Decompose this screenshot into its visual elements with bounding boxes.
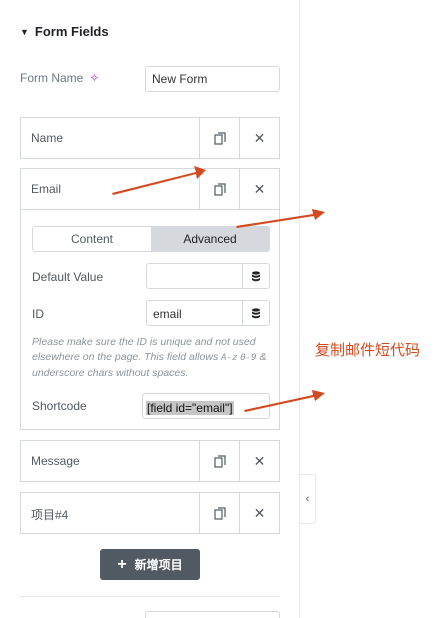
duplicate-button[interactable] [199, 118, 239, 158]
repeater-item-message[interactable]: Message ✕ [20, 440, 280, 482]
copy-icon [213, 131, 226, 145]
tab-content[interactable]: Content [33, 227, 151, 251]
default-value-input[interactable] [147, 264, 242, 288]
sparkle-icon[interactable]: ✧ [89, 71, 99, 85]
database-icon [252, 307, 260, 318]
remove-button[interactable]: ✕ [239, 441, 279, 481]
id-field[interactable]: email [146, 300, 270, 326]
duplicate-button[interactable] [199, 493, 239, 533]
form-name-label: Form Name ✧ [20, 71, 99, 85]
plus-icon: + [117, 555, 127, 573]
repeater-item-email[interactable]: Email ✕ [20, 168, 280, 210]
database-icon [252, 270, 260, 281]
email-field-settings: Content Advanced Default Value ID email … [20, 210, 280, 430]
copy-icon [213, 182, 226, 196]
close-icon: ✕ [253, 504, 266, 521]
section-title: Form Fields [34, 24, 109, 39]
id-help-note: Please make sure the ID is unique and no… [32, 336, 267, 379]
close-icon: ✕ [253, 180, 266, 197]
id-label: ID [32, 307, 44, 321]
panel-collapse-toggle[interactable]: ‹ [300, 474, 316, 524]
repeater-item-title[interactable]: Message [21, 441, 199, 481]
add-item-label: 新增项目 [134, 558, 183, 572]
duplicate-button[interactable] [199, 169, 239, 209]
shortcode-label: Shortcode [32, 399, 87, 413]
repeater-item-title[interactable]: Name [21, 118, 199, 158]
preview-canvas [301, 0, 436, 618]
default-value-label: Default Value [32, 270, 104, 284]
close-icon: ✕ [253, 452, 266, 469]
form-name-label-text: Form Name [20, 71, 84, 85]
remove-button[interactable]: ✕ [239, 118, 279, 158]
divider [20, 596, 280, 597]
editor-panel: ▼ Form Fields Form Name ✧ New Form Name … [0, 0, 300, 618]
annotation-text: 复制邮件短代码 [315, 342, 421, 359]
dynamic-tags-button[interactable] [242, 264, 269, 288]
copy-icon [213, 506, 226, 520]
repeater-item-title[interactable]: Email [21, 169, 199, 209]
tab-advanced[interactable]: Advanced [151, 227, 269, 251]
shortcode-field[interactable]: [field id="email"] [142, 393, 270, 419]
id-input[interactable]: email [147, 301, 242, 325]
repeater-item-name[interactable]: Name ✕ [20, 117, 280, 159]
remove-button[interactable]: ✕ [239, 493, 279, 533]
shortcode-value[interactable]: [field id="email"] [146, 401, 234, 415]
default-value-field[interactable] [146, 263, 270, 289]
add-item-button[interactable]: + 新增项目 [100, 549, 200, 580]
dynamic-tags-button[interactable] [242, 301, 269, 325]
caret-down-icon: ▼ [20, 26, 29, 37]
repeater-item-4[interactable]: 项目#4 ✕ [20, 492, 280, 534]
close-icon: ✕ [253, 129, 266, 146]
settings-tabs: Content Advanced [32, 226, 270, 252]
copy-icon [213, 454, 226, 468]
chevron-left-icon: ‹ [305, 493, 310, 505]
remove-button[interactable]: ✕ [239, 169, 279, 209]
repeater-item-title[interactable]: 项目#4 [21, 493, 199, 533]
partial-input[interactable] [145, 611, 280, 618]
duplicate-button[interactable] [199, 441, 239, 481]
section-header-form-fields[interactable]: ▼ Form Fields [20, 24, 109, 39]
form-name-input[interactable]: New Form [145, 66, 280, 92]
